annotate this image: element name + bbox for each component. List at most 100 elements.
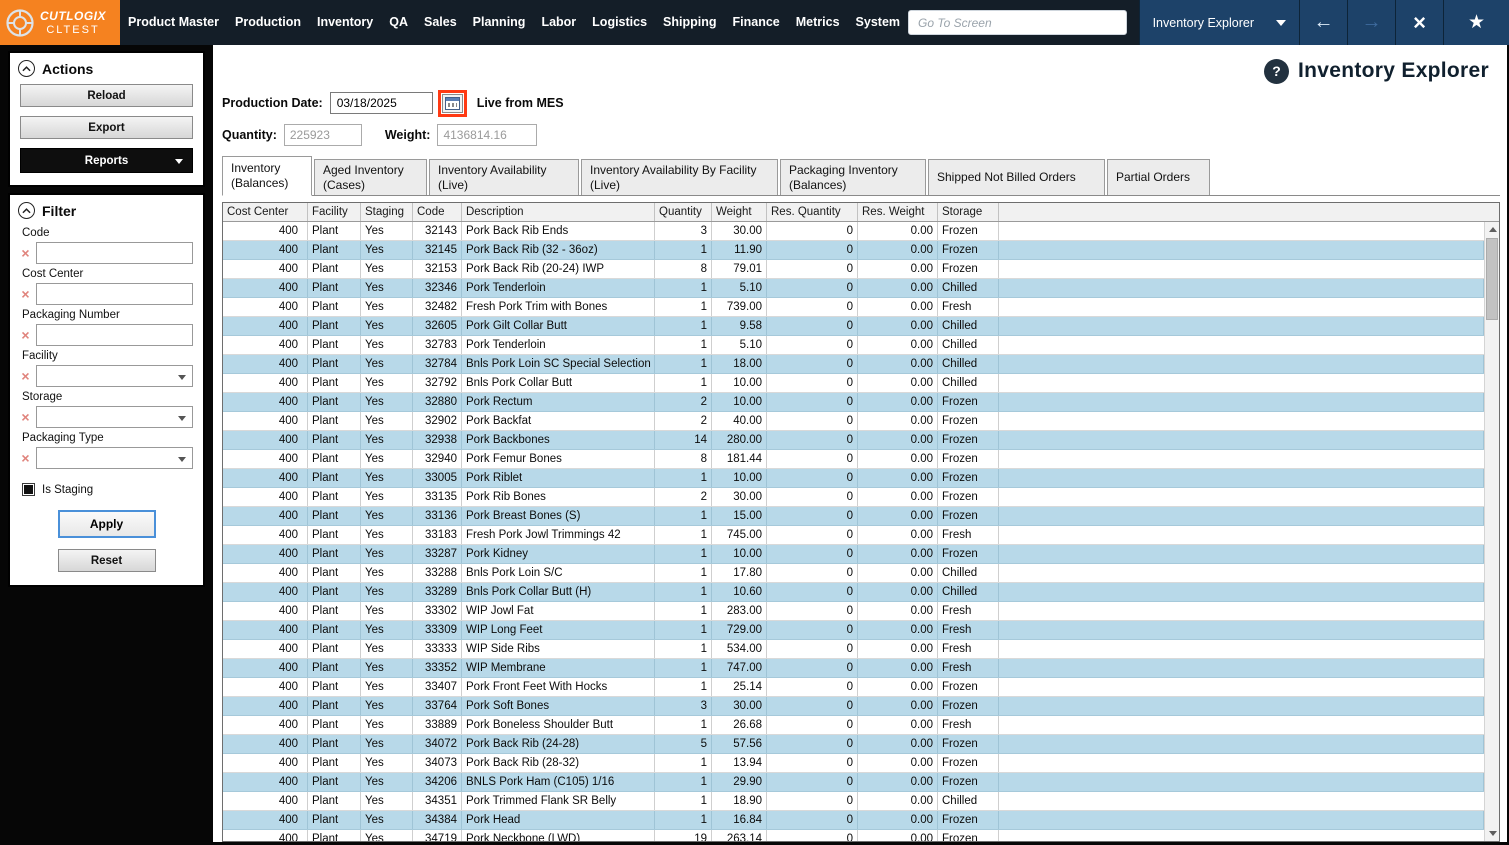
table-row[interactable]: 400 Plant Yes 32153 Pork Back Rib (20-24…: [223, 260, 1484, 279]
table-row[interactable]: 400 Plant Yes 32940 Pork Femur Bones 8 1…: [223, 450, 1484, 469]
table-row[interactable]: 400 Plant Yes 33889 Pork Boneless Should…: [223, 716, 1484, 735]
clear-filter-icon[interactable]: ×: [20, 369, 31, 383]
table-row[interactable]: 400 Plant Yes 32938 Pork Backbones 14 28…: [223, 431, 1484, 450]
forward-button[interactable]: →: [1347, 0, 1395, 45]
table-row[interactable]: 400 Plant Yes 33287 Pork Kidney 1 10.00 …: [223, 545, 1484, 564]
filter-field-label: Cost Center: [22, 268, 84, 280]
menu-item[interactable]: Logistics: [584, 0, 655, 45]
clear-filter-icon[interactable]: ×: [20, 451, 31, 465]
tab[interactable]: Inventory Availability By Facility (Live…: [581, 159, 778, 195]
reports-button[interactable]: Reports: [20, 148, 193, 173]
menu-item[interactable]: Product Master: [120, 0, 227, 45]
column-header[interactable]: Facility: [308, 203, 361, 221]
filter-field-input[interactable]: [37, 407, 192, 427]
table-row[interactable]: 400 Plant Yes 32346 Pork Tenderloin 1 5.…: [223, 279, 1484, 298]
table-row[interactable]: 400 Plant Yes 33764 Pork Soft Bones 3 30…: [223, 697, 1484, 716]
table-row[interactable]: 400 Plant Yes 34351 Pork Trimmed Flank S…: [223, 792, 1484, 811]
table-row[interactable]: 400 Plant Yes 34073 Pork Back Rib (28-32…: [223, 754, 1484, 773]
table-row[interactable]: 400 Plant Yes 33005 Pork Riblet 1 10.00 …: [223, 469, 1484, 488]
menu-item[interactable]: QA: [381, 0, 416, 45]
table-row[interactable]: 400 Plant Yes 33352 WIP Membrane 1 747.0…: [223, 659, 1484, 678]
tab[interactable]: Inventory (Balances): [222, 156, 312, 196]
table-row[interactable]: 400 Plant Yes 33309 WIP Long Feet 1 729.…: [223, 621, 1484, 640]
tab[interactable]: Shipped Not Billed Orders: [928, 159, 1105, 195]
tab[interactable]: Partial Orders: [1107, 159, 1210, 195]
filter-field-input[interactable]: [37, 284, 192, 304]
column-header[interactable]: Res. Weight: [858, 203, 938, 221]
vertical-scrollbar[interactable]: [1484, 222, 1499, 841]
scroll-thumb[interactable]: [1486, 238, 1498, 320]
cell-res-quantity: 0: [767, 773, 858, 791]
goto-screen-input[interactable]: [908, 10, 1127, 35]
screen-selector-dropdown[interactable]: Inventory Explorer: [1138, 0, 1299, 45]
column-header[interactable]: Code: [413, 203, 462, 221]
clear-filter-icon[interactable]: ×: [20, 328, 31, 342]
tab[interactable]: Packaging Inventory (Balances): [780, 159, 926, 195]
table-row[interactable]: 400 Plant Yes 32605 Pork Gilt Collar But…: [223, 317, 1484, 336]
table-row[interactable]: 400 Plant Yes 32143 Pork Back Rib Ends 3…: [223, 222, 1484, 241]
close-button[interactable]: ×: [1395, 0, 1443, 45]
table-row[interactable]: 400 Plant Yes 32880 Pork Rectum 2 10.00 …: [223, 393, 1484, 412]
tab[interactable]: Aged Inventory (Cases): [314, 159, 427, 195]
collapse-chevron-icon[interactable]: [18, 202, 35, 219]
table-row[interactable]: 400 Plant Yes 33288 Bnls Pork Loin S/C 1…: [223, 564, 1484, 583]
column-header[interactable]: Description: [462, 203, 655, 221]
scroll-down-icon[interactable]: [1485, 826, 1499, 841]
cell-code: 33288: [413, 564, 462, 582]
menu-item[interactable]: Metrics: [788, 0, 848, 45]
menu-item[interactable]: System: [848, 0, 908, 45]
production-date-input[interactable]: [329, 92, 433, 114]
scroll-up-icon[interactable]: [1485, 222, 1499, 237]
table-row[interactable]: 400 Plant Yes 32902 Pork Backfat 2 40.00…: [223, 412, 1484, 431]
menu-item[interactable]: Labor: [533, 0, 584, 45]
reset-button[interactable]: Reset: [57, 549, 156, 572]
calendar-button[interactable]: [441, 93, 463, 113]
table-row[interactable]: 400 Plant Yes 34206 BNLS Pork Ham (C105)…: [223, 773, 1484, 792]
clear-filter-icon[interactable]: ×: [20, 410, 31, 424]
menu-item[interactable]: Production: [227, 0, 309, 45]
menu-item[interactable]: Inventory: [309, 0, 381, 45]
table-row[interactable]: 400 Plant Yes 32145 Pork Back Rib (32 - …: [223, 241, 1484, 260]
table-row[interactable]: 400 Plant Yes 32783 Pork Tenderloin 1 5.…: [223, 336, 1484, 355]
tab[interactable]: Inventory Availability (Live): [429, 159, 579, 195]
help-icon[interactable]: ?: [1264, 58, 1290, 84]
clear-filter-icon[interactable]: ×: [20, 246, 31, 260]
cell-facility: Plant: [308, 431, 361, 449]
table-row[interactable]: 400 Plant Yes 33135 Pork Rib Bones 2 30.…: [223, 488, 1484, 507]
column-header[interactable]: Storage: [938, 203, 999, 221]
column-header[interactable]: Staging: [361, 203, 413, 221]
table-row[interactable]: 400 Plant Yes 33289 Bnls Pork Collar But…: [223, 583, 1484, 602]
clear-filter-icon[interactable]: ×: [20, 287, 31, 301]
table-row[interactable]: 400 Plant Yes 32792 Bnls Pork Collar But…: [223, 374, 1484, 393]
column-header[interactable]: Quantity: [655, 203, 712, 221]
menu-item[interactable]: Sales: [416, 0, 465, 45]
menu-item[interactable]: Finance: [725, 0, 788, 45]
table-row[interactable]: 400 Plant Yes 34719 Pork Neckbone (LWD) …: [223, 830, 1484, 841]
filter-field-input[interactable]: [37, 325, 192, 345]
reload-button[interactable]: Reload: [20, 84, 193, 107]
table-row[interactable]: 400 Plant Yes 34072 Pork Back Rib (24-28…: [223, 735, 1484, 754]
export-button[interactable]: Export: [20, 116, 193, 139]
table-row[interactable]: 400 Plant Yes 33333 WIP Side Ribs 1 534.…: [223, 640, 1484, 659]
is-staging-checkbox[interactable]: [22, 483, 35, 496]
table-row[interactable]: 400 Plant Yes 32784 Bnls Pork Loin SC Sp…: [223, 355, 1484, 374]
back-button[interactable]: ←: [1299, 0, 1347, 45]
table-row[interactable]: 400 Plant Yes 34384 Pork Head 1 16.84 0 …: [223, 811, 1484, 830]
table-row[interactable]: 400 Plant Yes 33183 Fresh Pork Jowl Trim…: [223, 526, 1484, 545]
filter-field-input[interactable]: [37, 366, 192, 386]
collapse-chevron-icon[interactable]: [18, 60, 35, 77]
apply-button[interactable]: Apply: [57, 510, 156, 538]
column-header[interactable]: Cost Center: [223, 203, 308, 221]
favorite-button[interactable]: ★: [1443, 0, 1509, 45]
column-header[interactable]: Res. Quantity: [767, 203, 858, 221]
table-row[interactable]: 400 Plant Yes 33136 Pork Breast Bones (S…: [223, 507, 1484, 526]
menu-item[interactable]: Planning: [465, 0, 534, 45]
table-row[interactable]: 400 Plant Yes 33407 Pork Front Feet With…: [223, 678, 1484, 697]
table-row[interactable]: 400 Plant Yes 33302 WIP Jowl Fat 1 283.0…: [223, 602, 1484, 621]
table-row[interactable]: 400 Plant Yes 32482 Fresh Pork Trim with…: [223, 298, 1484, 317]
filter-field: Storage ×: [20, 391, 193, 428]
column-header[interactable]: Weight: [712, 203, 767, 221]
filter-field-input[interactable]: [37, 448, 192, 468]
menu-item[interactable]: Shipping: [655, 0, 724, 45]
filter-field-input[interactable]: [37, 243, 192, 263]
